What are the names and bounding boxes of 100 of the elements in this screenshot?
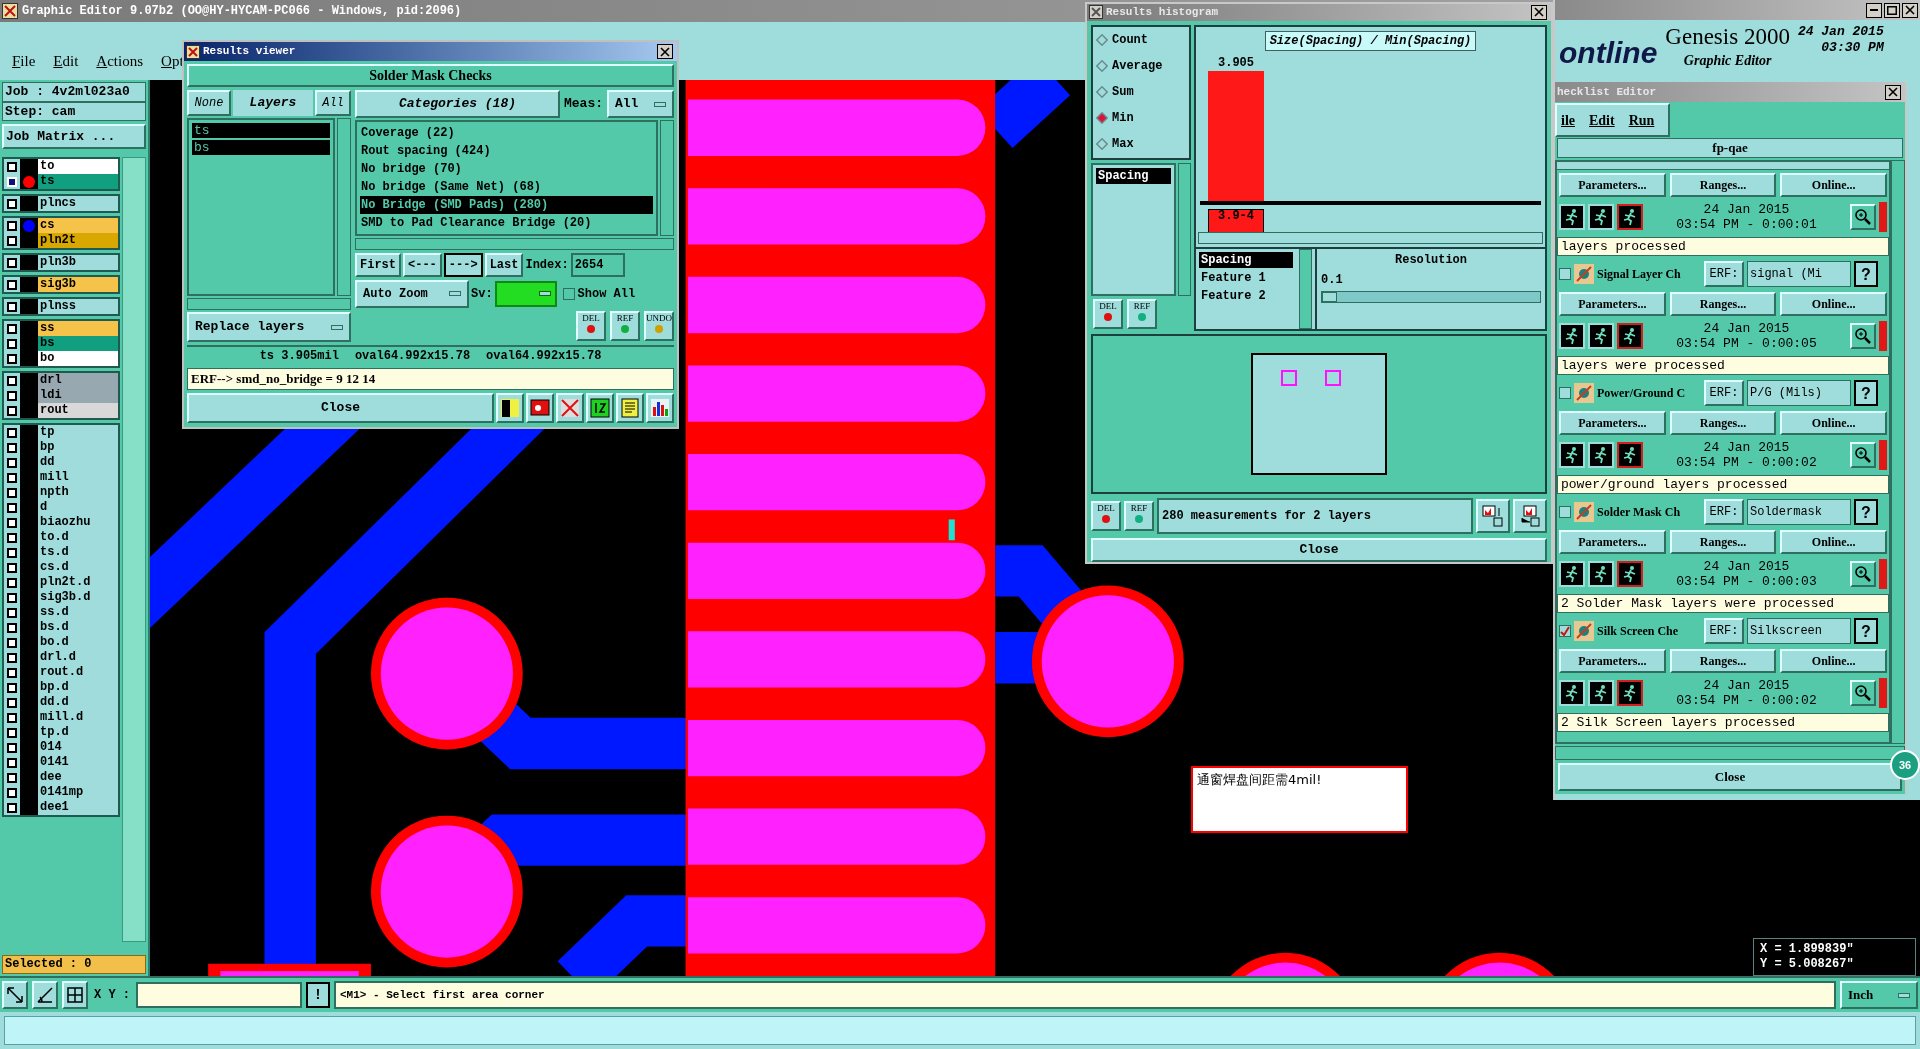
check-checkbox[interactable]: [1559, 387, 1571, 399]
tool-button[interactable]: [2, 981, 28, 1009]
tool-button[interactable]: [496, 393, 524, 423]
radio-button[interactable]: [1096, 85, 1108, 98]
scroll-bar[interactable]: [187, 298, 351, 310]
maximize-button[interactable]: [1884, 2, 1900, 18]
check-option-button[interactable]: Parameters...: [1559, 411, 1666, 435]
check-option-button[interactable]: Ranges...: [1669, 292, 1777, 316]
categories-button[interactable]: Categories (18): [355, 90, 560, 118]
layer-checkbox[interactable]: [7, 405, 17, 416]
layer-name[interactable]: bs: [38, 336, 118, 351]
layer-checkbox[interactable]: [7, 727, 17, 738]
layer-checkbox[interactable]: [7, 301, 17, 312]
layer-name[interactable]: bs.d: [38, 620, 118, 635]
erf-button[interactable]: ERF:: [1704, 618, 1744, 644]
menu-item[interactable]: Opt: [161, 49, 184, 72]
layer-checkbox[interactable]: [7, 667, 17, 678]
layer-name[interactable]: d: [38, 500, 118, 515]
layer-checkbox[interactable]: [7, 220, 17, 231]
zoom-button[interactable]: [1850, 323, 1876, 349]
menu-item[interactable]: Actions: [96, 49, 144, 72]
check-option-button[interactable]: Online...: [1780, 292, 1887, 316]
zoom-button[interactable]: [1850, 561, 1876, 587]
layer-checkbox[interactable]: [7, 390, 17, 401]
layer-checkbox[interactable]: [7, 338, 17, 349]
minimize-button[interactable]: [1866, 2, 1882, 18]
layer-name[interactable]: pln2t.d: [38, 575, 118, 590]
layer-checkbox[interactable]: [7, 161, 17, 172]
check-checkbox[interactable]: [1559, 625, 1571, 637]
layer-checkbox[interactable]: [7, 235, 17, 246]
layer-checkbox[interactable]: [7, 353, 17, 364]
category-item[interactable]: No bridge (70): [360, 160, 653, 178]
layer-name[interactable]: biaozhu: [38, 515, 118, 530]
category-item[interactable]: No bridge (Same Net) (68): [360, 178, 653, 196]
field-item[interactable]: Feature 1: [1199, 269, 1293, 286]
run-button[interactable]: [1617, 323, 1643, 349]
tool-button[interactable]: [1513, 498, 1547, 533]
check-option-button[interactable]: Parameters...: [1559, 649, 1666, 673]
tool-button[interactable]: [32, 981, 58, 1009]
layer-list-item[interactable]: bs: [192, 140, 330, 155]
layer-checkbox[interactable]: [7, 682, 17, 693]
layer-name[interactable]: plncs: [38, 196, 118, 211]
layer-checkbox[interactable]: [7, 742, 17, 753]
layer-checkbox[interactable]: [7, 323, 17, 334]
run-button[interactable]: [1617, 442, 1643, 468]
layer-checkbox[interactable]: [7, 502, 17, 513]
layer-name[interactable]: ss: [38, 321, 118, 336]
xy-input-field[interactable]: [136, 982, 302, 1008]
layer-checkbox[interactable]: [7, 442, 17, 453]
layer-name[interactable]: bp.d: [38, 680, 118, 695]
layer-name[interactable]: cs: [38, 218, 118, 233]
tool-button[interactable]: DEL: [1091, 500, 1121, 531]
check-option-button[interactable]: Ranges...: [1669, 649, 1777, 673]
layer-checkbox[interactable]: [7, 787, 17, 798]
tool-button[interactable]: REF: [1124, 500, 1154, 531]
layer-name[interactable]: ldi: [38, 388, 118, 403]
menu-item[interactable]: Edit: [1589, 109, 1615, 131]
tool-button[interactable]: [62, 981, 88, 1009]
layer-name[interactable]: bo: [38, 351, 118, 366]
auto-zoom-dropdown[interactable]: Auto Zoom: [355, 279, 469, 308]
none-button[interactable]: None: [187, 90, 231, 116]
layer-checkbox[interactable]: [7, 577, 17, 588]
layer-name[interactable]: rout.d: [38, 665, 118, 680]
layer-checkbox[interactable]: [7, 802, 17, 813]
slider-thumb[interactable]: [1322, 291, 1338, 302]
check-option-button[interactable]: Parameters...: [1559, 292, 1666, 316]
layer-name[interactable]: rout: [38, 403, 118, 418]
layer-name[interactable]: 014: [38, 740, 118, 755]
layer-name[interactable]: npth: [38, 485, 118, 500]
check-option-button[interactable]: Parameters...: [1559, 530, 1666, 554]
tool-button[interactable]: [646, 393, 674, 423]
scroll-bar[interactable]: [355, 238, 674, 250]
layer-name[interactable]: mill: [38, 470, 118, 485]
layer-checkbox[interactable]: [7, 487, 17, 498]
radio-button[interactable]: [1096, 59, 1108, 72]
erf-field[interactable]: P/G (Mils): [1747, 380, 1851, 406]
layer-checkbox[interactable]: [7, 562, 17, 573]
menu-item[interactable]: ile: [1561, 109, 1575, 131]
category-item[interactable]: Coverage (22): [360, 124, 653, 142]
tool-button[interactable]: REF: [610, 311, 640, 342]
erf-button[interactable]: ERF:: [1704, 380, 1744, 406]
check-checkbox[interactable]: [1559, 506, 1571, 518]
erf-field[interactable]: Soldermask: [1747, 499, 1851, 525]
tool-button[interactable]: [526, 393, 554, 423]
layer-checkbox[interactable]: [7, 637, 17, 648]
nav-button[interactable]: <---: [403, 252, 442, 277]
layer-checkbox[interactable]: [7, 198, 17, 209]
layer-name[interactable]: plnss: [38, 299, 118, 314]
layer-name[interactable]: 0141: [38, 755, 118, 770]
show-all-checkbox[interactable]: [562, 287, 575, 300]
help-button[interactable]: ?: [1854, 261, 1878, 287]
close-button[interactable]: [1902, 2, 1918, 18]
layer-name[interactable]: sig3b: [38, 277, 118, 292]
check-option-button[interactable]: Online...: [1780, 530, 1887, 554]
layer-checkbox[interactable]: [7, 622, 17, 633]
layer-name[interactable]: bp: [38, 440, 118, 455]
check-option-button[interactable]: Parameters...: [1559, 173, 1666, 197]
layer-name[interactable]: drl.d: [38, 650, 118, 665]
layer-checkbox[interactable]: [7, 427, 17, 438]
layer-checkbox[interactable]: [7, 279, 17, 290]
